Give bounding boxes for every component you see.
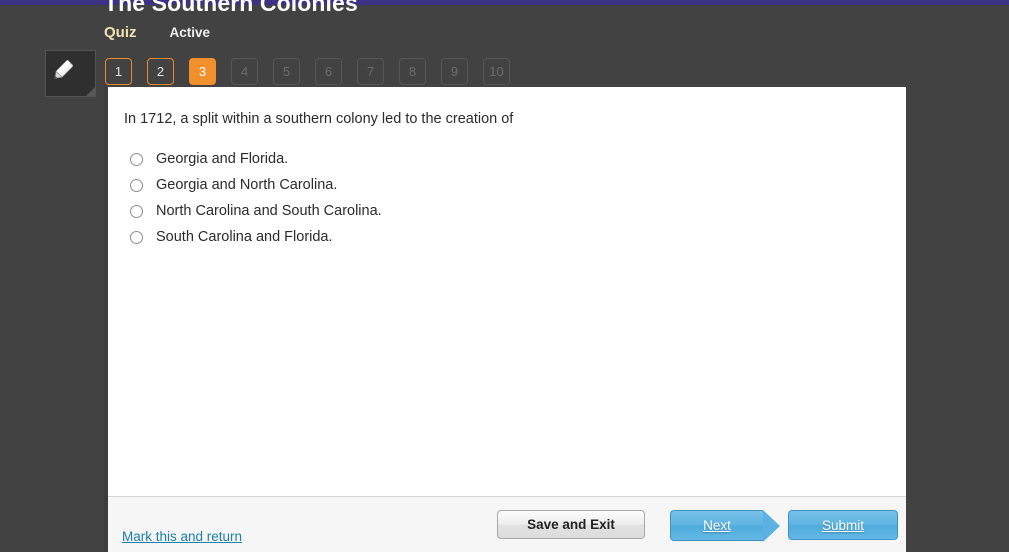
pager-item-10: 10 bbox=[483, 58, 510, 85]
question-pager: 1 2 3 4 5 6 7 8 9 10 bbox=[105, 58, 510, 85]
save-and-exit-button[interactable]: Save and Exit bbox=[497, 510, 645, 539]
quiz-status-label: Active bbox=[169, 25, 211, 40]
pager-item-1[interactable]: 1 bbox=[105, 58, 132, 85]
answer-options: Georgia and Florida. Georgia and North C… bbox=[124, 146, 906, 250]
pager-item-7: 7 bbox=[357, 58, 384, 85]
radio-button-1[interactable] bbox=[130, 152, 143, 166]
radio-button-3[interactable] bbox=[130, 204, 143, 218]
answer-option-4[interactable]: South Carolina and Florida. bbox=[124, 224, 906, 250]
quiz-type-label: Quiz bbox=[104, 24, 137, 41]
pencil-tool-button[interactable] bbox=[45, 50, 96, 97]
resize-corner-icon bbox=[86, 87, 95, 96]
pager-item-8: 8 bbox=[399, 58, 426, 85]
answer-label-3: North Carolina and South Carolina. bbox=[156, 203, 382, 220]
pager-item-3[interactable]: 3 bbox=[189, 58, 216, 85]
page-title: The Southern Colonies bbox=[104, 0, 358, 16]
pager-item-5: 5 bbox=[273, 58, 300, 85]
pager-item-9: 9 bbox=[441, 58, 468, 85]
pager-item-4: 4 bbox=[231, 58, 258, 85]
quiz-footer: Mark this and return Save and Exit Next … bbox=[108, 496, 906, 552]
pager-item-6: 6 bbox=[315, 58, 342, 85]
pager-item-2[interactable]: 2 bbox=[147, 58, 174, 85]
answer-option-2[interactable]: Georgia and North Carolina. bbox=[124, 172, 906, 198]
quiz-card: In 1712, a split within a southern colon… bbox=[104, 87, 906, 552]
question-area: In 1712, a split within a southern colon… bbox=[108, 87, 906, 496]
question-text: In 1712, a split within a southern colon… bbox=[124, 111, 514, 127]
answer-option-1[interactable]: Georgia and Florida. bbox=[124, 146, 906, 172]
next-button-label: Next bbox=[703, 518, 731, 533]
answer-label-4: South Carolina and Florida. bbox=[156, 229, 333, 246]
next-button[interactable]: Next bbox=[670, 510, 780, 542]
submit-button[interactable]: Submit bbox=[788, 510, 898, 540]
next-arrow-icon bbox=[763, 510, 780, 542]
answer-label-2: Georgia and North Carolina. bbox=[156, 177, 338, 194]
radio-button-2[interactable] bbox=[130, 178, 143, 192]
quiz-meta: Quiz Active bbox=[104, 24, 210, 41]
footer-actions: Save and Exit Next Submit bbox=[497, 510, 898, 542]
mark-this-and-return-link[interactable]: Mark this and return bbox=[122, 529, 242, 544]
radio-button-4[interactable] bbox=[130, 230, 143, 244]
answer-option-3[interactable]: North Carolina and South Carolina. bbox=[124, 198, 906, 224]
answer-label-1: Georgia and Florida. bbox=[156, 151, 289, 168]
